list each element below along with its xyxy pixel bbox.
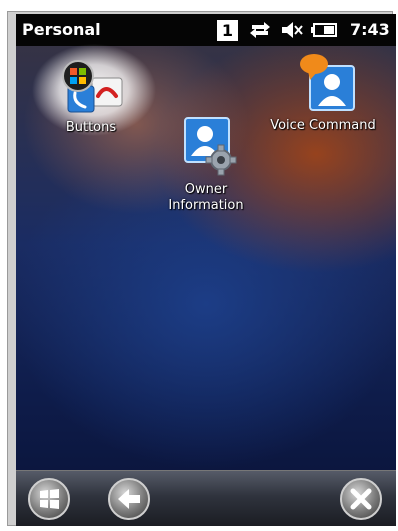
connectivity-icon[interactable] xyxy=(248,20,272,40)
close-icon xyxy=(350,488,372,510)
start-button[interactable] xyxy=(28,478,70,520)
app-title: Personal xyxy=(22,20,101,39)
clock: 7:43 xyxy=(350,20,390,39)
back-button[interactable] xyxy=(108,478,150,520)
app-label-voice-command: Voice Command xyxy=(270,118,376,133)
notification-badge[interactable]: 1 xyxy=(217,20,238,41)
battery-icon[interactable] xyxy=(311,20,341,40)
device-screen: Personal 1 7:43 Buttons Owner Informatio… xyxy=(16,14,396,526)
buttons-icon xyxy=(62,60,123,113)
app-voice-command[interactable]: Voice Command xyxy=(258,52,388,134)
volume-muted-icon[interactable] xyxy=(280,20,304,40)
close-button[interactable] xyxy=(340,478,382,520)
app-owner-information[interactable]: Owner Information xyxy=(156,114,256,214)
taskbar xyxy=(16,470,396,526)
status-bar: Personal 1 7:43 xyxy=(16,14,396,46)
windows-logo-icon xyxy=(40,489,59,509)
app-label-buttons: Buttons xyxy=(65,120,117,135)
voice-command-icon xyxy=(300,54,355,111)
app-label-owner-line2: Information xyxy=(168,198,244,213)
owner-info-icon xyxy=(184,117,237,176)
back-arrow-icon xyxy=(118,489,140,509)
app-buttons[interactable]: Buttons xyxy=(36,56,146,136)
app-label-owner-line1: Owner xyxy=(184,182,228,197)
